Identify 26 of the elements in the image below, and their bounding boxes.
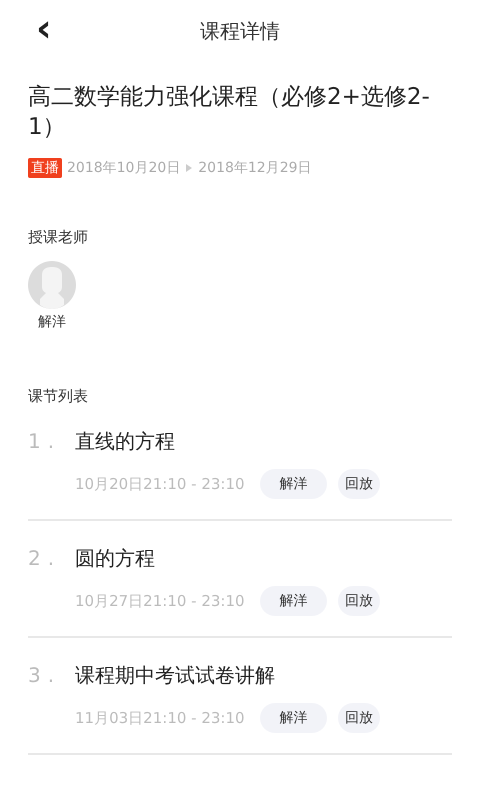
teacher-chip[interactable]: 解洋 — [260, 469, 327, 499]
avatar-icon — [28, 261, 76, 309]
lesson-title: 直线的方程 — [75, 428, 175, 455]
replay-button[interactable]: 回放 — [338, 586, 380, 616]
lesson-title: 课程期中考试试卷讲解 — [75, 662, 275, 689]
section-heading: 授课老师 — [28, 228, 89, 247]
teacher-chip[interactable]: 解洋 — [260, 703, 327, 733]
course-title: 高二数学能力强化课程（必修2+选修2-1） — [28, 83, 431, 142]
section-heading: 课节列表 — [28, 387, 89, 406]
back-button[interactable]: ‹ — [36, 8, 52, 48]
teacher-name: 解洋 — [38, 313, 66, 331]
lesson-time: 10月20日21:10 - 23:10 — [75, 474, 246, 494]
lesson-number: 2. — [28, 546, 62, 570]
end-date: 2018年12月29日 — [198, 159, 312, 177]
lesson-title: 圆的方程 — [75, 545, 155, 572]
start-date: 2018年10月20日 — [67, 159, 180, 177]
page-title: 课程详情 — [200, 18, 280, 44]
replay-button[interactable]: 回放 — [338, 469, 380, 499]
arrow-icon — [186, 164, 192, 172]
lesson-number: 1. — [28, 429, 62, 453]
live-badge: 直播 — [28, 158, 62, 178]
replay-button[interactable]: 回放 — [338, 703, 380, 733]
lesson-time: 10月27日21:10 - 23:10 — [75, 592, 246, 610]
teacher-chip[interactable]: 解洋 — [260, 586, 327, 616]
lesson-number: 3. — [28, 663, 62, 687]
lesson-time: 11月03日21:10 - 23:10 — [75, 708, 246, 728]
